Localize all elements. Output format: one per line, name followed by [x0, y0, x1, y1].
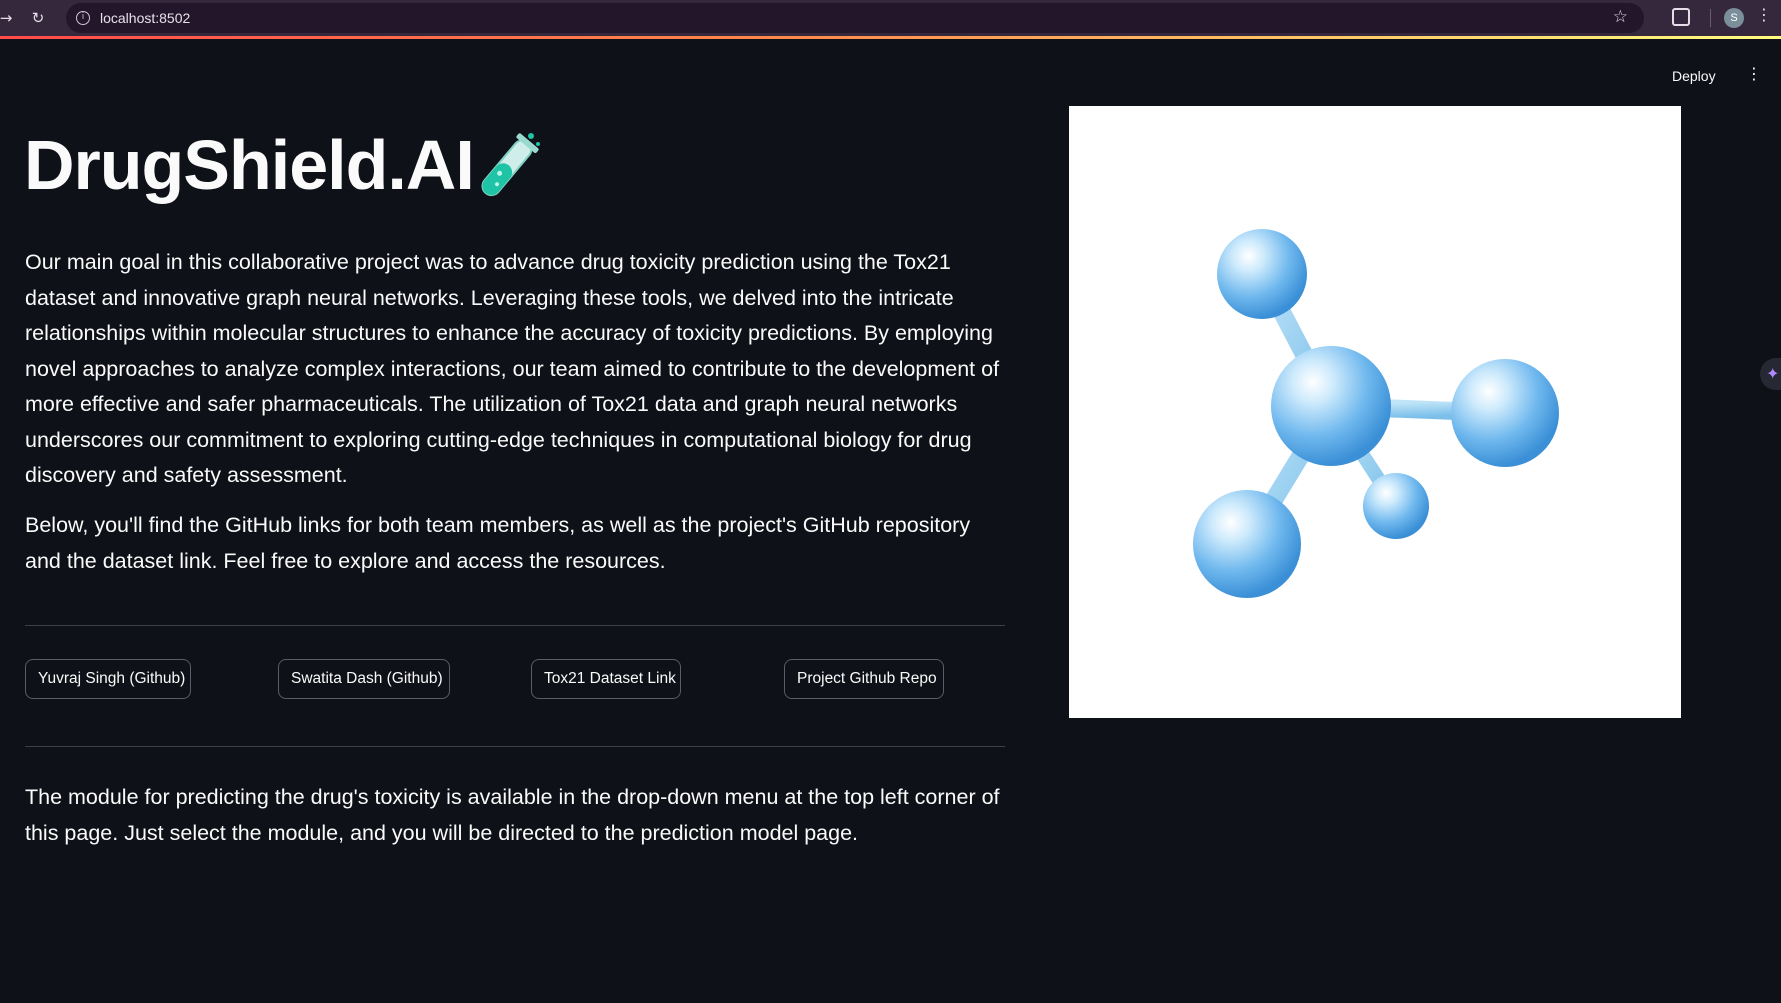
links-intro-paragraph: Below, you'll find the GitHub links for … [25, 513, 971, 573]
reload-icon[interactable]: ↻ [28, 8, 48, 28]
deploy-button[interactable]: Deploy [1672, 68, 1716, 84]
divider [25, 746, 1005, 747]
tox21-dataset-button[interactable]: Tox21 Dataset Link [531, 659, 681, 699]
molecule-image [1069, 106, 1681, 718]
module-note-paragraph: The module for predicting the drug's tox… [25, 785, 1000, 845]
header-decoration-bar [0, 36, 1781, 39]
test-tube-icon [481, 133, 540, 197]
molecule-illustration [1193, 229, 1559, 598]
divider [25, 625, 1005, 626]
project-repo-button[interactable]: Project Github Repo [784, 659, 944, 699]
sparkle-icon[interactable]: ✦ [1760, 358, 1781, 390]
toolbar-separator [1710, 9, 1711, 27]
url-text: localhost:8502 [100, 10, 191, 26]
page-title: DrugShield.AI [24, 126, 475, 204]
browser-toolbar: → ↻ i localhost:8502 ☆ S ⋮ [0, 0, 1781, 36]
yuvraj-github-button[interactable]: Yuvraj Singh (Github) [25, 659, 191, 699]
forward-icon[interactable]: → [0, 8, 16, 28]
browser-menu-icon[interactable]: ⋮ [1756, 5, 1772, 24]
extensions-icon[interactable] [1672, 8, 1690, 26]
main-menu-icon[interactable]: ⋮ [1746, 64, 1762, 83]
profile-avatar[interactable]: S [1724, 8, 1744, 28]
site-info-icon[interactable]: i [76, 11, 90, 25]
intro-paragraph: Our main goal in this collaborative proj… [25, 250, 1000, 487]
swatita-github-button[interactable]: Swatita Dash (Github) [278, 659, 450, 699]
address-bar[interactable]: i localhost:8502 ☆ [66, 3, 1644, 33]
bookmark-star-icon[interactable]: ☆ [1613, 7, 1628, 27]
